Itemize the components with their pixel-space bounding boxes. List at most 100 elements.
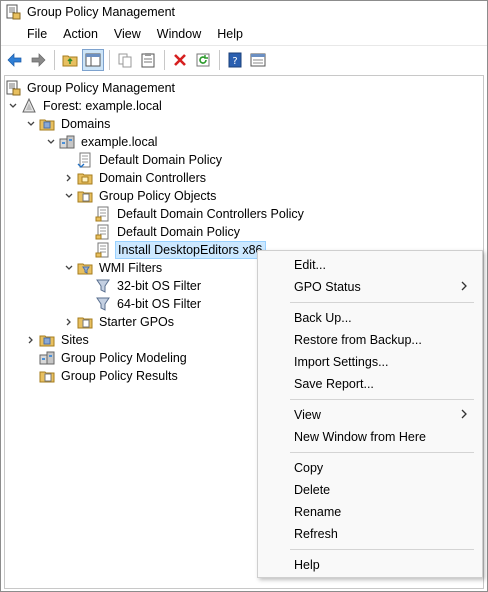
window-title: Group Policy Management <box>27 5 175 19</box>
sites-folder-icon <box>39 332 55 348</box>
tree-label: Group Policy Objects <box>99 189 217 203</box>
gpo-link-icon <box>77 152 93 168</box>
tree-label: example.local <box>81 135 158 149</box>
menu-file[interactable]: File <box>1 23 55 45</box>
gpo-icon <box>95 224 111 240</box>
wmi-folder-icon <box>77 260 93 276</box>
delete-button[interactable] <box>169 49 191 71</box>
tree-node-gpo-install-desktopeditors[interactable]: Install DesktopEditors x86 <box>79 241 266 259</box>
title-bar: Group Policy Management <box>1 1 487 23</box>
collapsed-chevron-icon[interactable] <box>61 169 77 187</box>
tree-node-root[interactable]: Group Policy Management <box>5 79 177 97</box>
toolbar-divider <box>54 49 55 70</box>
copy-button[interactable] <box>114 49 136 71</box>
menu-help[interactable]: Help <box>209 23 251 45</box>
tree-node-gp-results[interactable]: Group Policy Results <box>23 367 180 385</box>
starter-gpo-folder-icon <box>77 314 93 330</box>
svg-text:?: ? <box>232 56 237 67</box>
menu-item-copy[interactable]: Copy <box>258 457 482 479</box>
properties-icon <box>250 53 266 66</box>
up-folder-icon <box>62 55 78 66</box>
tree-label: 64-bit OS Filter <box>117 297 202 311</box>
tree-node-forest[interactable]: Forest: example.local <box>5 97 164 115</box>
gpo-icon <box>95 242 111 258</box>
menu-item-restore-from-backup[interactable]: Restore from Backup... <box>258 329 482 351</box>
properties-button[interactable] <box>247 49 269 71</box>
tree-label: WMI Filters <box>99 261 163 275</box>
submenu-arrow-icon <box>460 276 468 298</box>
expanded-chevron-icon[interactable] <box>5 97 21 115</box>
tree-label: Group Policy Modeling <box>61 351 187 365</box>
menu-item-import-settings[interactable]: Import Settings... <box>258 351 482 373</box>
tree-label: Starter GPOs <box>99 315 175 329</box>
gpo-container-folder-icon <box>77 188 93 204</box>
tree-node-wmi-64bit[interactable]: 64-bit OS Filter <box>79 295 203 313</box>
tree-node-wmi-32bit[interactable]: 32-bit OS Filter <box>79 277 203 295</box>
gp-modeling-icon <box>39 350 55 366</box>
menu-separator <box>290 549 474 550</box>
menu-view[interactable]: View <box>106 23 149 45</box>
tree-node-group-policy-objects[interactable]: Group Policy Objects <box>61 187 218 205</box>
menu-item-rename[interactable]: Rename <box>258 501 482 523</box>
show-hide-console-tree-button[interactable] <box>82 48 104 71</box>
menu-item-delete[interactable]: Delete <box>258 479 482 501</box>
menu-item-save-report[interactable]: Save Report... <box>258 373 482 395</box>
menu-action[interactable]: Action <box>55 23 106 45</box>
menu-item-label: GPO Status <box>294 280 361 294</box>
expanded-chevron-icon[interactable] <box>43 133 59 151</box>
menu-separator <box>290 302 474 303</box>
back-icon <box>7 52 22 67</box>
tree-node-sites[interactable]: Sites <box>23 331 91 349</box>
collapsed-chevron-icon[interactable] <box>23 331 39 349</box>
tree-label: Default Domain Policy <box>117 225 240 239</box>
app-window: Group Policy Management File Action View… <box>0 0 488 592</box>
menu-item-refresh[interactable]: Refresh <box>258 523 482 545</box>
tree-node-gpo-default-domain-policy[interactable]: Default Domain Policy <box>79 223 242 241</box>
refresh-icon <box>196 53 210 66</box>
toolbar: ? <box>1 45 487 73</box>
menu-item-gpo-status[interactable]: GPO Status <box>258 276 482 298</box>
tree-node-domain[interactable]: example.local <box>43 133 159 151</box>
paste-icon <box>141 52 155 67</box>
menu-item-edit[interactable]: Edit... <box>258 254 482 276</box>
delete-icon <box>174 53 186 66</box>
forward-button[interactable] <box>27 49 49 71</box>
submenu-arrow-icon <box>460 404 468 426</box>
menu-item-help[interactable]: Help <box>258 554 482 576</box>
menu-item-back-up[interactable]: Back Up... <box>258 307 482 329</box>
tree-label: Install DesktopEditors x86 <box>115 241 266 259</box>
paste-button[interactable] <box>137 49 159 71</box>
forest-icon <box>21 98 37 114</box>
menu-window[interactable]: Window <box>149 23 209 45</box>
tree-node-starter-gpos[interactable]: Starter GPOs <box>61 313 176 331</box>
copy-icon <box>118 53 132 67</box>
menu-item-new-window[interactable]: New Window from Here <box>258 426 482 448</box>
tree-node-default-domain-policy-link[interactable]: Default Domain Policy <box>61 151 224 169</box>
expanded-chevron-icon[interactable] <box>61 259 77 277</box>
tree-node-domains[interactable]: Domains <box>23 115 112 133</box>
tree-label: Sites <box>61 333 89 347</box>
tree-label: Default Domain Controllers Policy <box>117 207 304 221</box>
up-one-level-button[interactable] <box>59 49 81 71</box>
expanded-chevron-icon[interactable] <box>61 187 77 205</box>
gpmc-root-icon <box>5 80 21 96</box>
tree-node-gp-modeling[interactable]: Group Policy Modeling <box>23 349 189 367</box>
help-icon: ? <box>228 52 242 67</box>
domains-folder-icon <box>39 116 55 132</box>
tree-node-domain-controllers[interactable]: Domain Controllers <box>61 169 208 187</box>
back-button[interactable] <box>4 49 26 71</box>
show-hide-tree-icon <box>85 53 101 66</box>
ou-folder-icon <box>77 170 93 186</box>
expanded-chevron-icon[interactable] <box>23 115 39 133</box>
menu-bar: File Action View Window Help <box>1 23 487 45</box>
tree-node-gpo-default-dc-policy[interactable]: Default Domain Controllers Policy <box>79 205 306 223</box>
help-button[interactable]: ? <box>224 49 246 71</box>
tree-label: Group Policy Results <box>61 369 178 383</box>
tree-node-wmi-filters[interactable]: WMI Filters <box>61 259 164 277</box>
menu-item-view[interactable]: View <box>258 404 482 426</box>
collapsed-chevron-icon[interactable] <box>61 313 77 331</box>
tree-label: Forest: example.local <box>43 99 162 113</box>
wmi-filter-icon <box>95 296 111 312</box>
menu-separator <box>290 399 474 400</box>
refresh-button[interactable] <box>192 49 214 71</box>
